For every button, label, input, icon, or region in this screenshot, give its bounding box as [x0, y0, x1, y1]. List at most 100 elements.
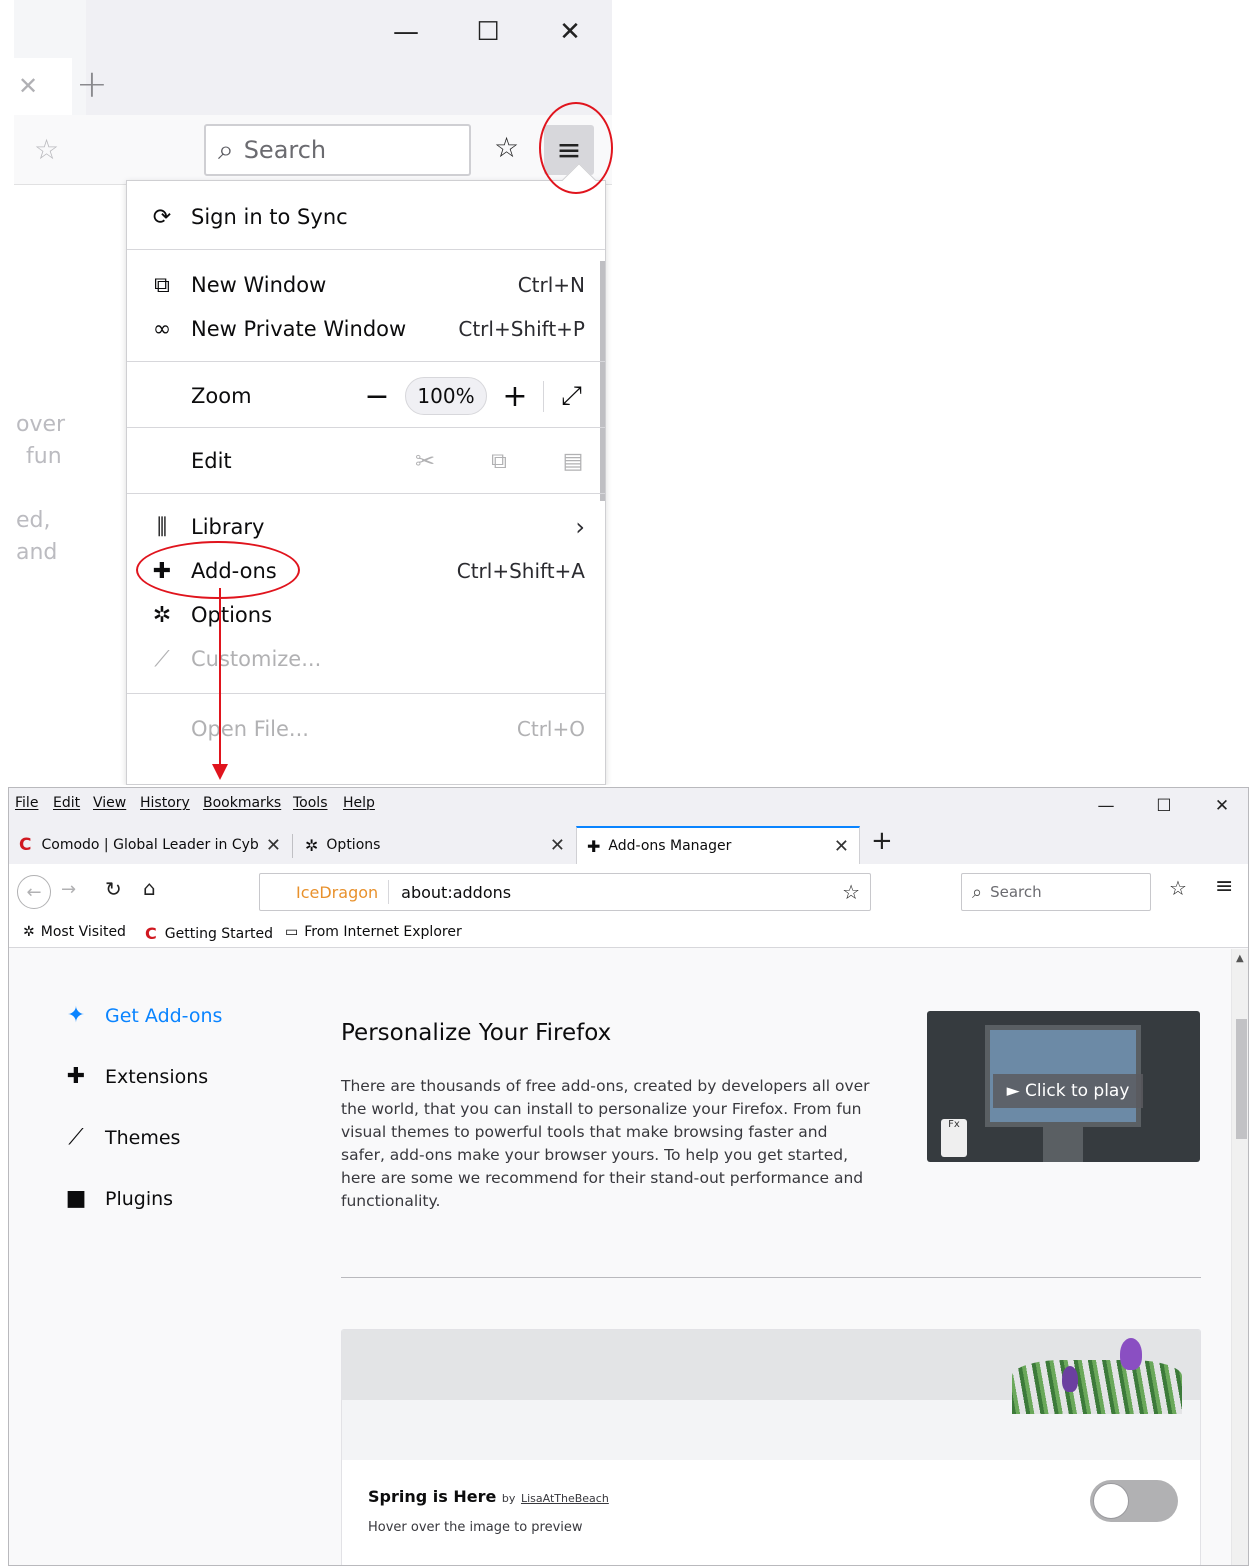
bookmark-most-visited[interactable]: ✲ Most Visited: [23, 924, 126, 940]
menu-sign-in-sync[interactable]: ⟳ Sign in to Sync: [127, 195, 605, 239]
menubar: File Edit View History Bookmarks Tools H…: [9, 788, 1248, 822]
scroll-up-icon[interactable]: ▲: [1236, 953, 1244, 964]
hamburger-menu-button[interactable]: ≡: [1215, 874, 1233, 899]
scrollbar-thumb[interactable]: [1236, 1019, 1247, 1139]
new-tab-button[interactable]: +: [871, 826, 893, 856]
menu-label: Edit: [191, 449, 232, 473]
forward-button[interactable]: →: [61, 879, 76, 900]
minimize-button[interactable]: —: [386, 14, 426, 50]
close-tab-icon[interactable]: ✕: [18, 72, 38, 100]
library-star-icon[interactable]: ☆: [1169, 876, 1187, 900]
menu-separator: [127, 693, 605, 694]
new-tab-button[interactable]: +: [76, 62, 108, 106]
menu-edit[interactable]: Edit: [53, 795, 80, 811]
theme-hint: Hover over the image to preview: [368, 1520, 583, 1535]
home-button[interactable]: ⌂: [143, 876, 156, 900]
tab-options[interactable]: ✲ Options ✕: [295, 826, 575, 864]
folder-icon: ▭: [285, 924, 299, 940]
zoom-in-button[interactable]: +: [487, 379, 543, 414]
navigation-toolbar: ← → ↻ ⌂ IceDragon about:addons ☆ ⌕ Searc…: [9, 864, 1248, 920]
page-fragment: over fun ed, and: [14, 186, 126, 586]
menu-separator: [127, 493, 605, 494]
theme-card[interactable]: Spring is Here by LisaAtTheBeach Hover o…: [341, 1329, 1201, 1565]
grass-decoration: [1012, 1360, 1182, 1414]
fx-logo-icon: Fx: [941, 1119, 967, 1157]
menu-open-file[interactable]: Open File... Ctrl+O: [127, 707, 605, 751]
theme-author-link[interactable]: LisaAtTheBeach: [521, 1492, 609, 1505]
tab-label: Options: [326, 837, 381, 853]
close-tab-icon[interactable]: ✕: [266, 835, 281, 856]
maximize-button[interactable]: ☐: [1149, 794, 1179, 818]
menu-history[interactable]: History: [140, 795, 190, 811]
maximize-button[interactable]: ☐: [468, 14, 508, 50]
category-themes[interactable]: ⟋ Themes: [61, 1125, 180, 1150]
menu-file[interactable]: File: [15, 795, 38, 811]
menu-view[interactable]: View: [93, 795, 126, 811]
reload-button[interactable]: ↻: [105, 877, 122, 901]
copy-icon[interactable]: ⧉: [471, 449, 527, 474]
menu-tools[interactable]: Tools: [293, 795, 328, 811]
annotation-circle-menu: [539, 102, 613, 194]
menu-label: Zoom: [191, 384, 252, 408]
bookmark-star-icon[interactable]: ☆: [34, 133, 59, 166]
category-label: Plugins: [105, 1187, 174, 1210]
zoom-reset-button[interactable]: 100%: [405, 377, 487, 415]
menu-bookmarks[interactable]: Bookmarks: [203, 795, 281, 811]
cut-icon[interactable]: ✂: [397, 447, 453, 475]
paste-icon[interactable]: ▤: [545, 449, 601, 474]
tab-label: Add-ons Manager: [608, 838, 732, 854]
library-icon: ⫼: [156, 514, 168, 540]
close-window-button[interactable]: ✕: [1207, 794, 1237, 818]
back-button[interactable]: ←: [17, 875, 51, 909]
tab-add-ons-manager[interactable]: ✚ Add-ons Manager ✕: [576, 826, 860, 864]
url-text[interactable]: about:addons: [389, 883, 842, 902]
category-extensions[interactable]: ✚ Extensions: [61, 1064, 208, 1089]
app-menu-panel: ⟳ Sign in to Sync ⧉ New Window Ctrl+N ∞ …: [126, 163, 606, 785]
close-tab-icon[interactable]: ✕: [834, 836, 849, 857]
menu-label: Open File...: [191, 717, 309, 741]
gear-icon: ✲: [23, 924, 35, 940]
close-window-button[interactable]: ✕: [550, 14, 590, 50]
menu-separator: [127, 249, 605, 250]
puzzle-icon: ✚: [66, 1064, 86, 1089]
theme-enable-toggle[interactable]: [1090, 1480, 1178, 1522]
minimize-button[interactable]: —: [1091, 794, 1121, 818]
menu-options[interactable]: ✲ Options: [127, 593, 605, 637]
menu-new-window[interactable]: ⧉ New Window Ctrl+N: [127, 263, 605, 307]
page-scrollbar[interactable]: ▲: [1231, 949, 1248, 1565]
fullscreen-button[interactable]: ⤢: [543, 380, 599, 412]
menu-new-private-window[interactable]: ∞ New Private Window Ctrl+Shift+P: [127, 307, 605, 351]
category-get-add-ons[interactable]: ✦ Get Add-ons: [61, 1003, 223, 1028]
menu-label: Options: [191, 603, 273, 627]
identity-label[interactable]: IceDragon: [260, 880, 390, 904]
comodo-logo-icon: C: [19, 835, 32, 855]
zoom-out-button[interactable]: −: [349, 379, 405, 414]
tab-label: Comodo | Global Leader in Cyb: [41, 837, 259, 853]
intro-video[interactable]: Fx ► Click to play: [927, 1011, 1200, 1162]
menu-shortcut: Ctrl+Shift+A: [456, 559, 585, 583]
close-tab-icon[interactable]: ✕: [550, 835, 565, 856]
menu-help[interactable]: Help: [343, 795, 375, 811]
private-mask-icon: ∞: [152, 316, 172, 342]
click-to-play-button[interactable]: ► Click to play: [993, 1074, 1143, 1108]
menu-customize[interactable]: ⟋ Customize...: [127, 637, 605, 681]
comodo-logo-icon: C: [145, 924, 157, 943]
bookmark-star-icon[interactable]: ☆: [842, 880, 860, 904]
crocus-flower-icon: [1062, 1366, 1078, 1392]
url-bar[interactable]: IceDragon about:addons ☆: [259, 873, 871, 911]
tab-comodo[interactable]: C Comodo | Global Leader in Cyb ✕: [9, 826, 291, 864]
tabstrip: C Comodo | Global Leader in Cyb ✕ ✲ Opti…: [9, 822, 1248, 864]
category-label: Extensions: [105, 1065, 209, 1088]
addons-manager-page: ✦ Get Add-ons ✚ Extensions ⟋ Themes ■ Pl…: [9, 949, 1231, 1565]
titlebar: ✕ + — ☐ ✕: [14, 0, 612, 115]
bookmark-getting-started[interactable]: C Getting Started: [145, 924, 273, 943]
theme-preview-image[interactable]: [342, 1330, 1200, 1460]
theme-by: by: [501, 1492, 516, 1505]
theme-title: Spring is Here by LisaAtTheBeach: [368, 1487, 609, 1506]
library-star-icon[interactable]: ☆: [494, 131, 519, 164]
menu-shortcut: Ctrl+N: [517, 273, 585, 297]
bookmark-folder-ie[interactable]: ▭ From Internet Explorer: [285, 924, 462, 940]
category-plugins[interactable]: ■ Plugins: [61, 1186, 173, 1211]
search-box[interactable]: ⌕ Search: [961, 873, 1151, 911]
search-box[interactable]: ⌕ Search: [204, 124, 471, 176]
